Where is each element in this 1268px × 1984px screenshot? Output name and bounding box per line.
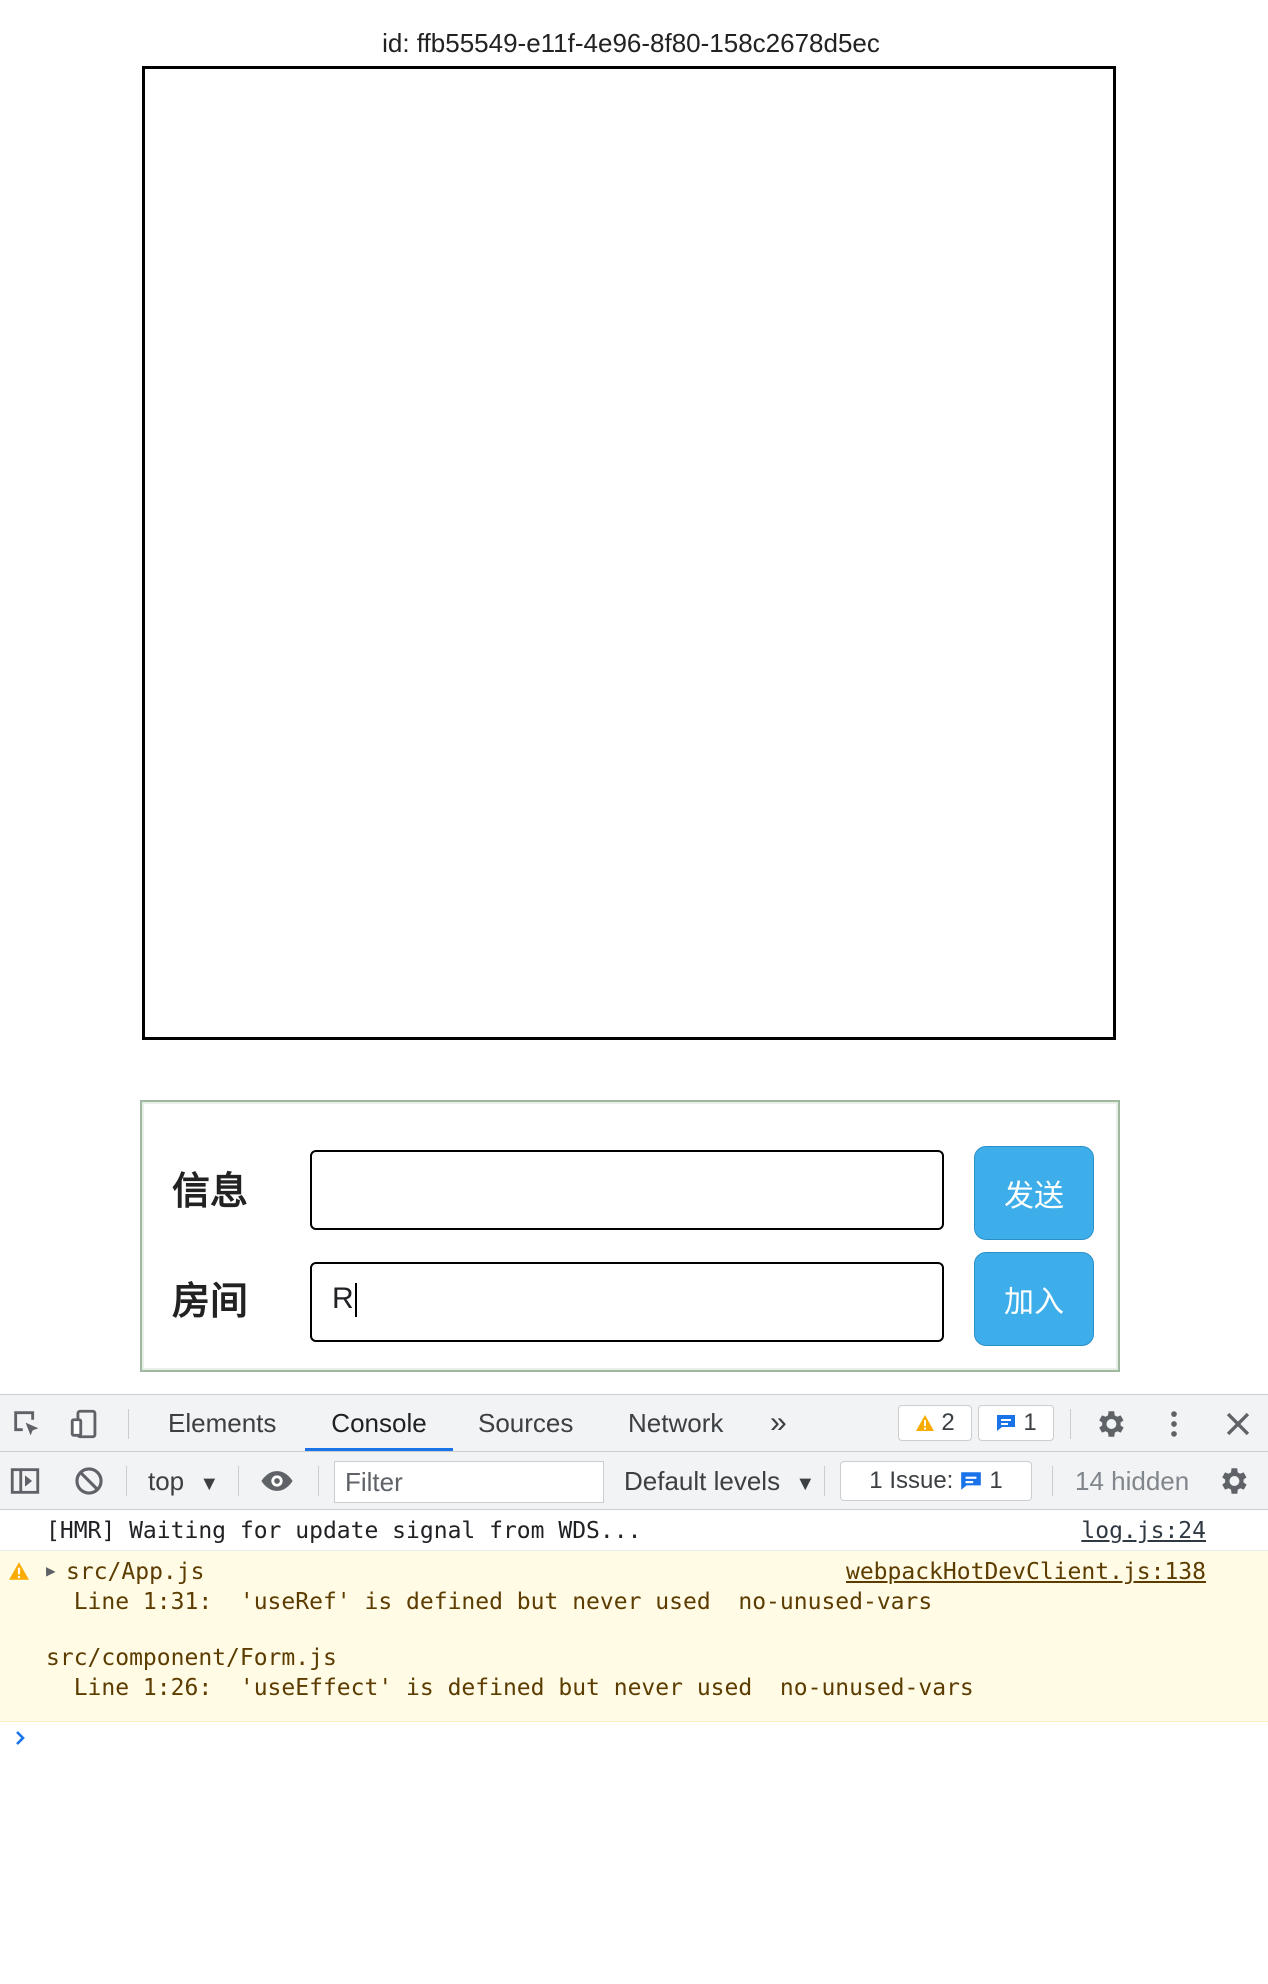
room-label: 房间 bbox=[172, 1279, 249, 1323]
toolbar-divider bbox=[1070, 1409, 1071, 1439]
log-levels-value: Default levels bbox=[624, 1466, 781, 1496]
tab-sources[interactable]: Sources bbox=[478, 1395, 573, 1451]
warnings-badge[interactable]: 2 bbox=[898, 1405, 972, 1441]
text-caret bbox=[354, 1283, 357, 1318]
toolbar-divider bbox=[1052, 1466, 1053, 1496]
hidden-messages-count: 14 hidden bbox=[1075, 1466, 1190, 1496]
console-warning-message: ▶ src/App.js webpackHotDevClient.js:138 … bbox=[0, 1551, 1268, 1722]
chat-message-area bbox=[142, 66, 1116, 1040]
context-select[interactable]: top ▼ bbox=[148, 1452, 219, 1510]
device-toolbar-icon[interactable] bbox=[68, 1407, 102, 1441]
dropdown-arrow-icon: ▼ bbox=[199, 1473, 220, 1495]
expand-triangle-icon[interactable]: ▶ bbox=[46, 1561, 56, 1580]
devtools-tab-bar: Elements Console Sources Network » 2 1 bbox=[0, 1394, 1268, 1452]
page-id-text: id: ffb55549-e11f-4e96-8f80-158c2678d5ec bbox=[382, 28, 880, 58]
join-button[interactable]: 加入 bbox=[974, 1252, 1094, 1346]
warning-file-2: src/component/Form.js bbox=[46, 1645, 337, 1671]
console-prompt-chevron-icon[interactable] bbox=[12, 1720, 32, 1756]
warning-line-1: Line 1:31: 'useRef' is defined but never… bbox=[46, 1589, 933, 1615]
issues-button[interactable]: 1 Issue: 1 bbox=[840, 1461, 1032, 1501]
console-source-link[interactable]: webpackHotDevClient.js:138 bbox=[846, 1559, 1206, 1585]
toolbar-divider bbox=[126, 1466, 127, 1496]
warning-line-2: Line 1:26: 'useEffect' is defined but ne… bbox=[46, 1675, 974, 1701]
chat-form: 信息 发送 房间 R 加入 bbox=[140, 1100, 1120, 1372]
console-filter-bar: top ▼ Filter Default levels ▼ 1 Issue: 1… bbox=[0, 1452, 1268, 1510]
toolbar-divider bbox=[824, 1466, 825, 1496]
log-levels-select[interactable]: Default levels ▼ bbox=[624, 1452, 815, 1510]
console-message: [HMR] Waiting for update signal from WDS… bbox=[0, 1510, 1268, 1551]
show-sidebar-icon[interactable] bbox=[8, 1464, 42, 1498]
send-button[interactable]: 发送 bbox=[974, 1146, 1094, 1240]
room-input-value: R bbox=[332, 1282, 354, 1315]
console-settings-gear-icon[interactable] bbox=[1216, 1464, 1250, 1498]
room-row: 房间 R 加入 bbox=[142, 1252, 1118, 1346]
inspect-element-icon[interactable] bbox=[10, 1407, 44, 1441]
clear-console-icon[interactable] bbox=[72, 1464, 106, 1498]
message-row: 信息 发送 bbox=[142, 1146, 1118, 1240]
message-input[interactable] bbox=[310, 1150, 944, 1230]
messages-badge[interactable]: 1 bbox=[978, 1405, 1054, 1441]
settings-gear-icon[interactable] bbox=[1093, 1407, 1127, 1441]
warnings-count: 2 bbox=[941, 1409, 955, 1436]
issues-count: 1 bbox=[989, 1467, 1003, 1494]
console-filter-input[interactable]: Filter bbox=[334, 1461, 604, 1503]
tab-console[interactable]: Console bbox=[305, 1395, 453, 1451]
issues-label: 1 Issue: bbox=[869, 1467, 954, 1494]
issue-message-icon bbox=[961, 1472, 982, 1490]
warning-icon bbox=[916, 1415, 935, 1431]
toolbar-divider bbox=[128, 1409, 129, 1439]
tab-elements[interactable]: Elements bbox=[168, 1395, 276, 1451]
console-message-text: [HMR] Waiting for update signal from WDS… bbox=[46, 1518, 642, 1544]
dropdown-arrow-icon: ▼ bbox=[795, 1473, 816, 1495]
warning-icon bbox=[9, 1562, 29, 1580]
devtools-panel: Elements Console Sources Network » 2 1 t… bbox=[0, 1394, 1268, 1984]
toolbar-divider bbox=[238, 1466, 239, 1496]
tab-network[interactable]: Network bbox=[628, 1395, 723, 1451]
close-devtools-icon[interactable] bbox=[1221, 1407, 1255, 1441]
message-label: 信息 bbox=[172, 1169, 249, 1213]
toolbar-divider bbox=[318, 1466, 319, 1496]
more-tabs-chevron-icon[interactable]: » bbox=[770, 1395, 787, 1451]
message-icon bbox=[997, 1415, 1016, 1431]
context-value: top bbox=[148, 1466, 185, 1496]
messages-count: 1 bbox=[1023, 1409, 1037, 1436]
room-input[interactable]: R bbox=[310, 1262, 944, 1342]
warning-file-1: src/App.js bbox=[66, 1559, 205, 1585]
live-expression-eye-icon[interactable] bbox=[260, 1464, 294, 1498]
more-options-icon[interactable] bbox=[1157, 1407, 1191, 1441]
console-source-link[interactable]: log.js:24 bbox=[1081, 1518, 1206, 1544]
